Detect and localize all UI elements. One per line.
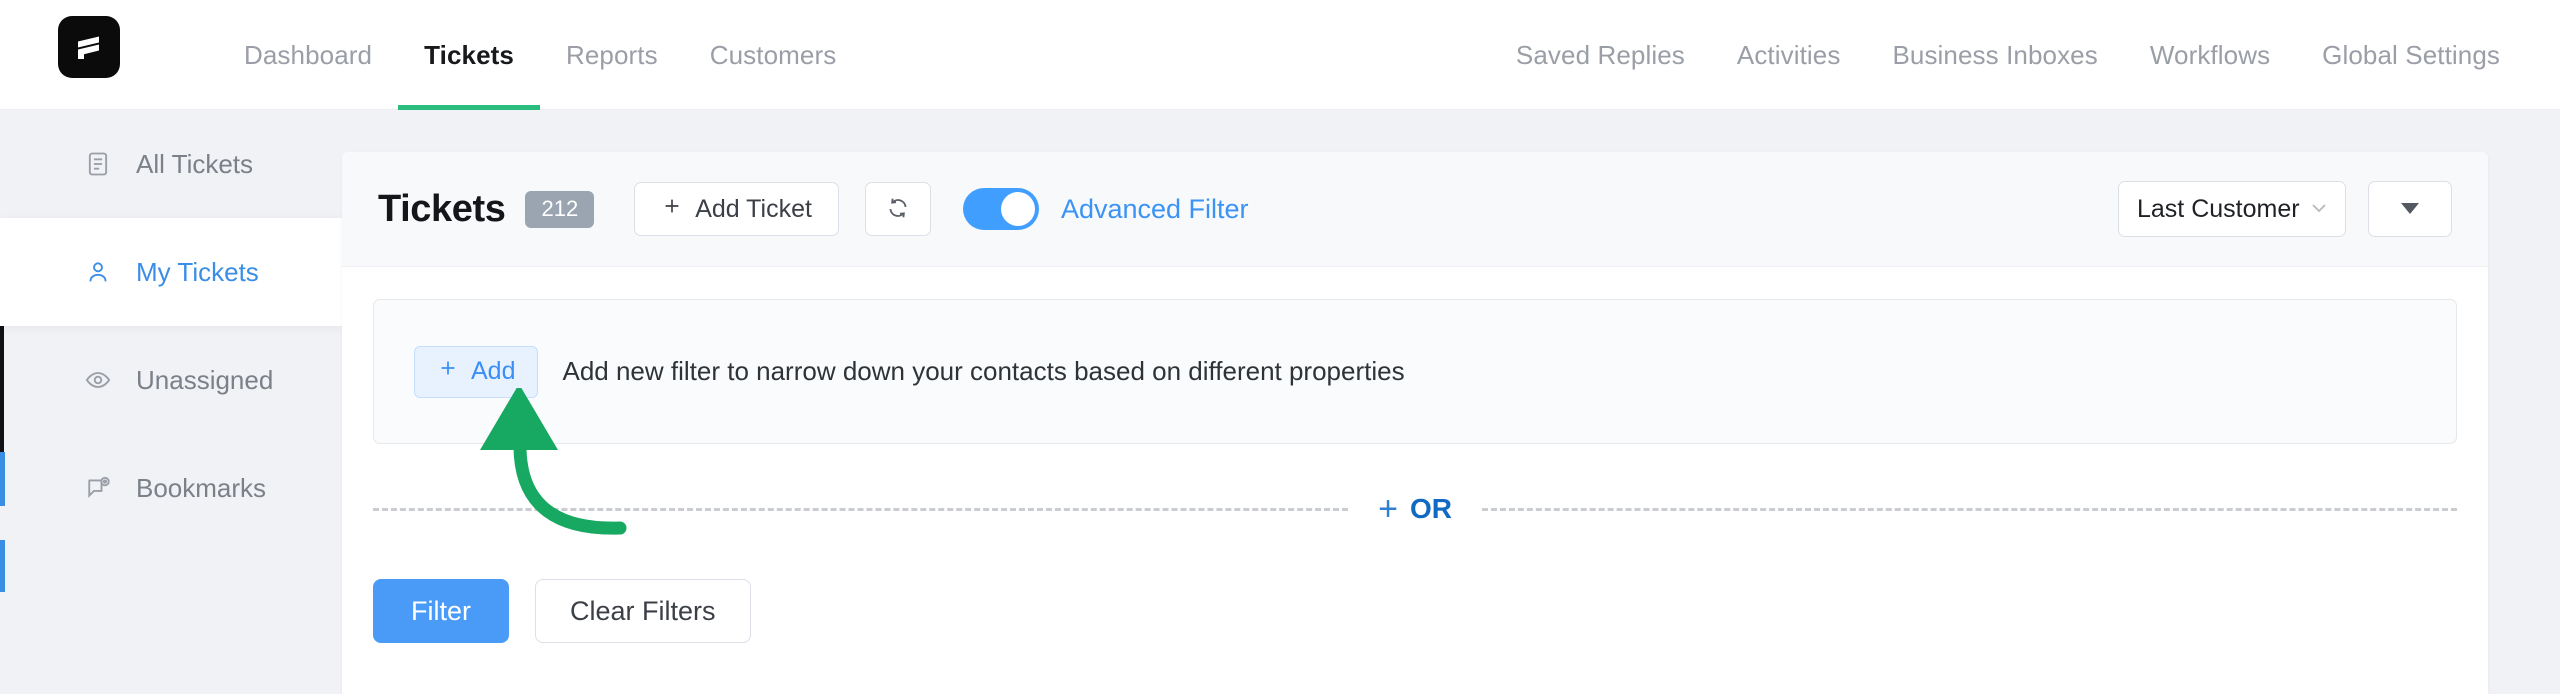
eye-icon [84, 366, 114, 394]
primary-nav: Dashboard Tickets Reports Customers [218, 0, 862, 110]
sidebar-item-label: Bookmarks [136, 472, 267, 503]
filter-group-panel: Add Add new filter to narrow down your c… [373, 299, 2457, 444]
sidebar-item-bookmarks[interactable]: Bookmarks [0, 434, 342, 542]
plus-icon: + [1378, 490, 1398, 528]
caret-down-icon [2398, 201, 2422, 218]
refresh-icon [885, 195, 911, 224]
toolbar-right-group: Last Customer Respons [2118, 181, 2452, 237]
toggle-knob [1000, 192, 1035, 226]
sidebar-item-unassigned[interactable]: Unassigned [0, 326, 342, 434]
nav-label: Tickets [424, 39, 514, 70]
or-label: OR [1409, 493, 1452, 524]
sidebar-item-label: My Tickets [136, 256, 259, 287]
nav-item-activities[interactable]: Activities [1711, 0, 1867, 110]
nav-item-dashboard[interactable]: Dashboard [218, 0, 398, 110]
nav-label: Business Inboxes [1892, 39, 2098, 70]
plus-icon [437, 357, 459, 386]
more-options-button[interactable] [2368, 181, 2452, 237]
chevron-down-icon [2307, 195, 2331, 224]
nav-item-workflows[interactable]: Workflows [2124, 0, 2296, 110]
top-navigation-bar: Dashboard Tickets Reports Customers Save… [0, 0, 2560, 110]
sort-select[interactable]: Last Customer Respons [2118, 181, 2346, 237]
add-filter-label: Add [471, 357, 516, 385]
refresh-button[interactable] [864, 182, 931, 236]
sidebar-item-label: All Tickets [136, 148, 254, 179]
nav-label: Activities [1736, 39, 1841, 70]
fluent-support-logo-icon [58, 16, 120, 78]
user-icon [84, 258, 114, 286]
sidebar-item-label: Unassigned [136, 364, 274, 395]
or-divider-line-right [1481, 507, 2458, 511]
plus-icon [661, 195, 683, 224]
nav-item-business-inboxes[interactable]: Business Inboxes [1866, 0, 2123, 110]
toolbar-left-group: Tickets 212 Add Ticket Advanced Filter [342, 182, 1249, 236]
ticket-count-badge: 212 [525, 190, 595, 228]
nav-label: Dashboard [244, 39, 373, 70]
nav-item-customers[interactable]: Customers [684, 0, 863, 110]
sidebar-accent-strip-2 [0, 540, 5, 592]
nav-item-saved-replies[interactable]: Saved Replies [1490, 0, 1711, 110]
apply-filter-button[interactable]: Filter [373, 579, 509, 643]
or-divider-row: + OR [373, 479, 2458, 539]
comment-mention-icon [84, 474, 114, 502]
clear-filters-button[interactable]: Clear Filters [535, 579, 751, 643]
filter-hint-text: Add new filter to narrow down your conta… [562, 356, 1405, 386]
advanced-filter-toggle[interactable] [962, 188, 1039, 230]
app-logo[interactable] [58, 16, 120, 78]
filter-builder-body: Add Add new filter to narrow down your c… [342, 267, 2488, 694]
tickets-card: Tickets 212 Add Ticket Advanced Filter L… [342, 152, 2488, 694]
nav-item-global-settings[interactable]: Global Settings [2296, 0, 2526, 110]
nav-label: Saved Replies [1515, 39, 1685, 70]
secondary-nav: Saved Replies Activities Business Inboxe… [1490, 0, 2526, 110]
nav-label: Reports [565, 39, 658, 70]
nav-label: Workflows [2149, 39, 2271, 70]
sidebar-item-my-tickets[interactable]: My Tickets [0, 218, 342, 326]
or-divider-line-left [373, 507, 1349, 511]
add-or-group-button[interactable]: + OR [1348, 492, 1482, 526]
advanced-filter-label[interactable]: Advanced Filter [1061, 194, 1249, 225]
sidebar-item-all-tickets[interactable]: All Tickets [0, 110, 342, 218]
document-list-icon [84, 150, 114, 178]
add-ticket-button[interactable]: Add Ticket [634, 182, 839, 236]
page-title: Tickets [378, 187, 506, 230]
sort-select-value: Last Customer Respons [2137, 194, 2307, 223]
nav-label: Customers [709, 39, 837, 70]
add-ticket-label: Add Ticket [695, 194, 812, 223]
nav-label: Global Settings [2322, 39, 2500, 70]
nav-item-tickets[interactable]: Tickets [398, 0, 540, 110]
tickets-toolbar: Tickets 212 Add Ticket Advanced Filter L… [342, 152, 2488, 267]
filter-actions: Filter Clear Filters [373, 579, 751, 643]
app-root: Dashboard Tickets Reports Customers Save… [0, 0, 2560, 694]
nav-item-reports[interactable]: Reports [540, 0, 684, 110]
sidebar: All Tickets My Tickets Unassigned Bookma… [0, 110, 342, 694]
add-filter-button[interactable]: Add [414, 345, 539, 398]
